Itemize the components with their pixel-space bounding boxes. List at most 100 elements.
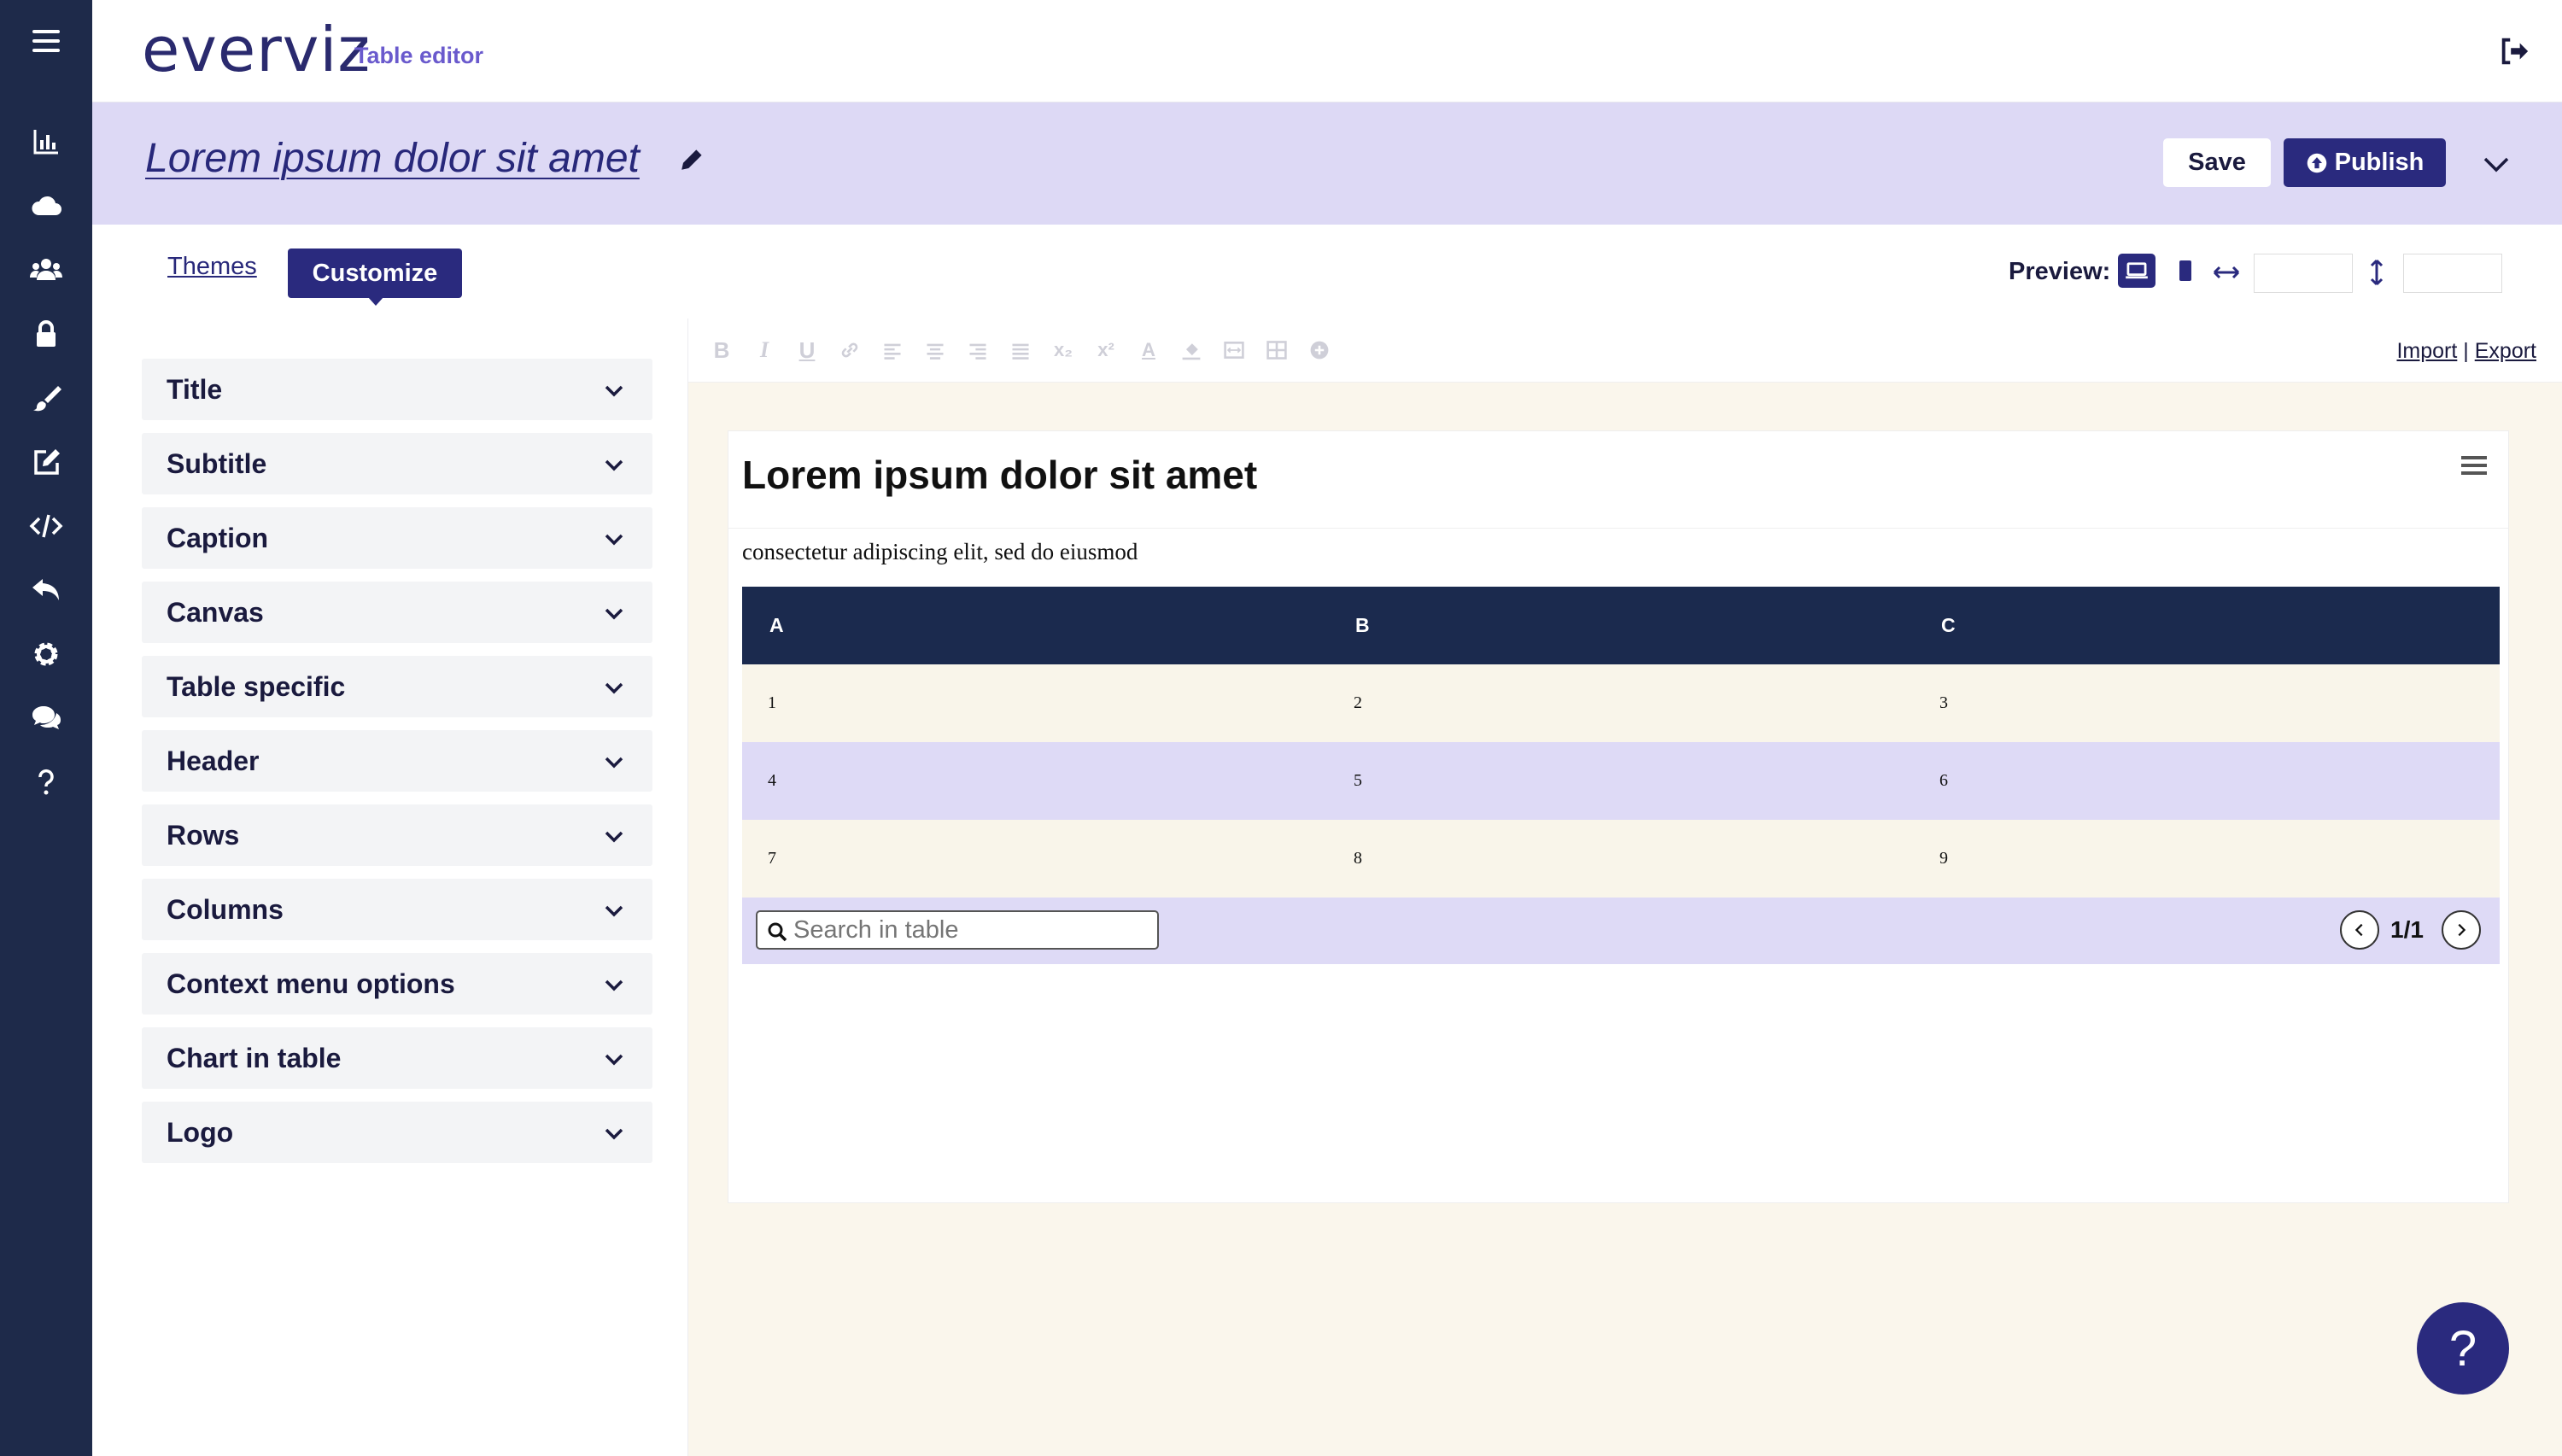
editor-area: B I U x₂ x² A Import | Export Lorem ipsu… [687,319,2562,1456]
top-bar: everviz Table editor [92,0,2562,102]
table-cell[interactable]: 1 [742,664,1328,742]
chat-icon[interactable] [20,693,72,744]
accordion-logo[interactable]: Logo [142,1102,652,1163]
tab-customize[interactable]: Customize [288,249,462,306]
logout-icon[interactable] [2492,29,2536,73]
table-row: 1 2 3 [742,664,2500,742]
column-header[interactable]: C [1914,587,2500,664]
chevron-right-icon [2458,923,2466,937]
preview-label: Preview: [2009,258,2111,285]
bold-icon[interactable]: B [709,336,734,365]
tab-themes[interactable]: Themes [167,253,257,281]
chevron-down-icon [605,1128,623,1140]
next-page-button[interactable] [2442,910,2481,950]
table-cell[interactable]: 8 [1328,820,1914,898]
brush-icon[interactable] [20,372,72,424]
chevron-down-icon [605,831,623,843]
help-icon[interactable] [20,757,72,808]
pencil-icon[interactable] [676,145,710,179]
desktop-preview-icon[interactable] [2118,254,2155,288]
table-icon[interactable] [1264,336,1290,365]
publish-button[interactable]: Publish [2284,138,2446,187]
accordion-context-menu-options[interactable]: Context menu options [142,953,652,1015]
superscript-icon[interactable]: x² [1093,336,1119,365]
add-icon[interactable] [1307,336,1332,365]
underline-icon[interactable]: U [794,336,820,365]
accordion-table-specific[interactable]: Table specific [142,656,652,717]
width-arrows-icon [2212,260,2241,285]
accordion-canvas[interactable]: Canvas [142,582,652,643]
gear-icon[interactable] [20,629,72,680]
align-left-icon[interactable] [880,336,905,365]
height-arrows-icon [2364,258,2389,287]
table-cell[interactable]: 9 [1914,820,2500,898]
align-right-icon[interactable] [965,336,991,365]
hamburger-menu-icon[interactable] [20,15,72,67]
justify-icon[interactable] [1008,336,1033,365]
accordion-header[interactable]: Header [142,730,652,792]
help-button[interactable]: ? [2417,1302,2509,1395]
accordion-chart-in-table[interactable]: Chart in table [142,1027,652,1089]
export-link[interactable]: Export [2475,339,2536,363]
chevron-down-icon [605,534,623,546]
context-menu-icon[interactable] [2459,450,2489,481]
chart-icon[interactable] [20,116,72,167]
save-button[interactable]: Save [2163,138,2271,187]
accordion-label: Header [167,746,260,776]
accordion-label: Context menu options [167,968,455,999]
preview-width-input[interactable] [2254,254,2353,293]
chevron-down-icon [605,385,623,397]
mobile-preview-icon[interactable] [2176,257,2195,284]
align-center-icon[interactable] [922,336,948,365]
column-header[interactable]: B [1328,587,1914,664]
subscript-icon[interactable]: x₂ [1050,336,1076,365]
import-link[interactable]: Import [2396,339,2457,363]
search-input[interactable] [793,914,1152,946]
users-icon[interactable] [20,244,72,295]
upload-icon [2307,153,2326,172]
code-icon[interactable] [20,500,72,552]
chevron-down-icon [605,608,623,620]
lock-icon[interactable] [20,308,72,360]
accordion-label: Columns [167,894,284,925]
column-header[interactable]: A [742,587,1328,664]
accordion-title[interactable]: Title [142,359,652,420]
table-cell[interactable]: 4 [742,742,1328,820]
link-icon[interactable] [837,336,863,365]
page-counter: 1/1 [2390,916,2424,943]
accordion-columns[interactable]: Columns [142,879,652,940]
table-cell[interactable]: 5 [1328,742,1914,820]
preview-height-input[interactable] [2403,254,2502,293]
accordion-label: Chart in table [167,1043,342,1073]
chevron-down-icon[interactable] [2479,147,2513,181]
import-export-links: Import | Export [2396,339,2536,364]
table-cell[interactable]: 7 [742,820,1328,898]
document-title[interactable]: Lorem ipsum dolor sit amet [145,135,640,182]
table-cell[interactable]: 3 [1914,664,2500,742]
table-subtitle[interactable]: consectetur adipiscing elit, sed do eius… [742,539,1138,565]
table-cell[interactable]: 2 [1328,664,1914,742]
accordion-label: Caption [167,523,269,553]
table-title[interactable]: Lorem ipsum dolor sit amet [742,452,1257,498]
left-nav-rail [0,0,92,1456]
chevron-down-icon [605,979,623,991]
chevron-down-icon [605,1054,623,1066]
merge-icon[interactable] [1221,336,1247,365]
cloud-icon[interactable] [20,180,72,231]
fill-color-icon[interactable] [1179,336,1204,365]
accordion-subtitle[interactable]: Subtitle [142,433,652,494]
link-separator: | [2463,339,2469,363]
table-cell[interactable]: 6 [1914,742,2500,820]
edit-icon[interactable] [20,436,72,488]
preview-canvas: Lorem ipsum dolor sit amet consectetur a… [688,383,2562,1456]
search-icon [768,922,787,942]
accordion-label: Subtitle [167,448,267,479]
chevron-down-icon [605,682,623,694]
reply-icon[interactable] [20,564,72,616]
accordion-rows[interactable]: Rows [142,804,652,866]
italic-icon[interactable]: I [752,336,777,365]
previous-page-button[interactable] [2340,910,2379,950]
accordion-caption[interactable]: Caption [142,507,652,569]
chevron-down-icon [605,905,623,917]
font-color-icon[interactable]: A [1136,336,1161,365]
